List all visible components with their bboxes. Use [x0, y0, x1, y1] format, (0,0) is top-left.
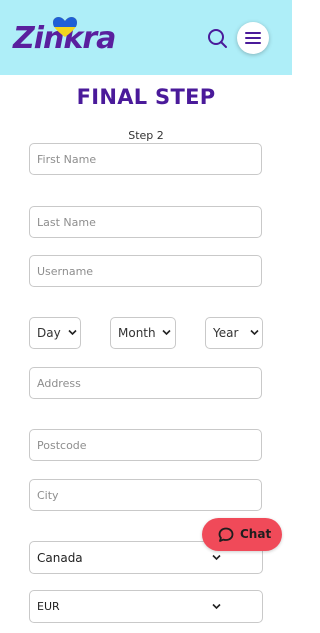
year-select[interactable]: Year [205, 317, 263, 349]
first-name-placeholder: First Name [37, 153, 97, 166]
page-title: FINAL STEP [76, 85, 216, 109]
city-input[interactable]: City [29, 479, 262, 511]
chevron-down-icon [212, 554, 221, 561]
search-icon [208, 29, 227, 48]
year-value: Year [213, 326, 239, 340]
search-button[interactable] [205, 26, 231, 52]
top-header: Zinkra [0, 0, 292, 75]
postcode-input[interactable]: Postcode [29, 429, 262, 461]
step-label: Step 2 [128, 129, 164, 142]
city-placeholder: City [37, 489, 59, 502]
chevron-down-icon [162, 329, 171, 336]
day-value: Day [37, 326, 61, 340]
address-placeholder: Address [37, 377, 81, 390]
chevron-down-icon [212, 603, 221, 610]
username-placeholder: Username [37, 265, 94, 278]
day-select[interactable]: Day [29, 317, 81, 349]
month-value: Month [118, 326, 156, 340]
country-value: Canada [37, 551, 83, 565]
postcode-placeholder: Postcode [37, 439, 87, 452]
first-name-input[interactable]: First Name [29, 143, 262, 175]
currency-select[interactable]: EUR [29, 590, 263, 623]
last-name-input[interactable]: Last Name [29, 206, 262, 238]
chat-label: Chat [240, 527, 272, 541]
address-input[interactable]: Address [29, 367, 262, 399]
heart-icon [53, 17, 77, 37]
zinkra-logo[interactable]: Zinkra [13, 17, 116, 61]
chat-button[interactable]: Chat [202, 518, 282, 551]
chevron-down-icon [250, 329, 259, 336]
month-select[interactable]: Month [110, 317, 176, 349]
chat-bubble-icon [218, 527, 234, 542]
currency-value: EUR [37, 600, 60, 613]
username-input[interactable]: Username [29, 255, 262, 287]
chevron-down-icon [68, 329, 77, 336]
menu-button[interactable] [237, 22, 269, 54]
last-name-placeholder: Last Name [37, 216, 96, 229]
hamburger-menu-icon [245, 32, 261, 44]
